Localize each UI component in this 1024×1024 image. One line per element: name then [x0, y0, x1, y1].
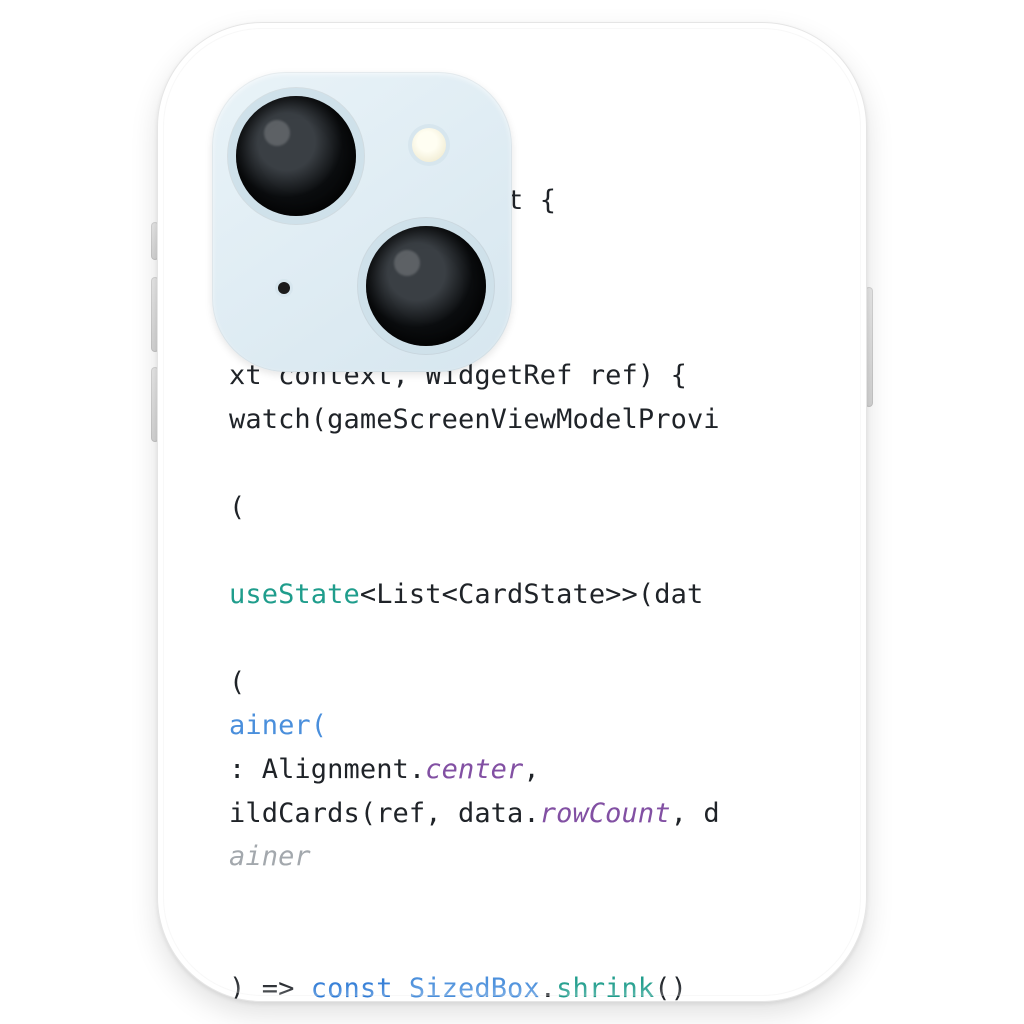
code-token: ( [229, 667, 245, 698]
camera-module [212, 72, 512, 372]
phone-case: .c Ho lget { .ke xt context, WidgetRef r… [157, 22, 867, 1002]
code-token: const [311, 973, 393, 1002]
code-token [393, 973, 409, 1002]
camera-lens-icon [236, 96, 356, 216]
product-shot: .c Ho lget { .ke xt context, WidgetRef r… [157, 22, 867, 1002]
code-token: , d [671, 798, 720, 829]
code-token: center [425, 754, 523, 785]
code-token: () [654, 973, 687, 1002]
code-token: ) => [229, 973, 311, 1002]
code-token: <List<CardState>>(dat [360, 579, 703, 610]
code-token: shrink [556, 973, 654, 1002]
camera-lens-icon [366, 226, 486, 346]
code-token: ainer( [229, 710, 327, 741]
code-token: . [540, 973, 556, 1002]
code-token: rowCount [540, 798, 671, 829]
code-token: ainer [229, 841, 311, 872]
flash-icon [412, 128, 446, 162]
code-token: , [523, 754, 539, 785]
code-token: SizedBox [409, 973, 540, 1002]
code-token: useState [229, 579, 360, 610]
code-token: watch(gameScreenViewModelProvi [229, 404, 720, 435]
code-token: ( [229, 492, 245, 523]
code-token: ildCards(ref, data. [229, 798, 540, 829]
mic-icon [278, 282, 290, 294]
code-token: : Alignment. [229, 754, 425, 785]
